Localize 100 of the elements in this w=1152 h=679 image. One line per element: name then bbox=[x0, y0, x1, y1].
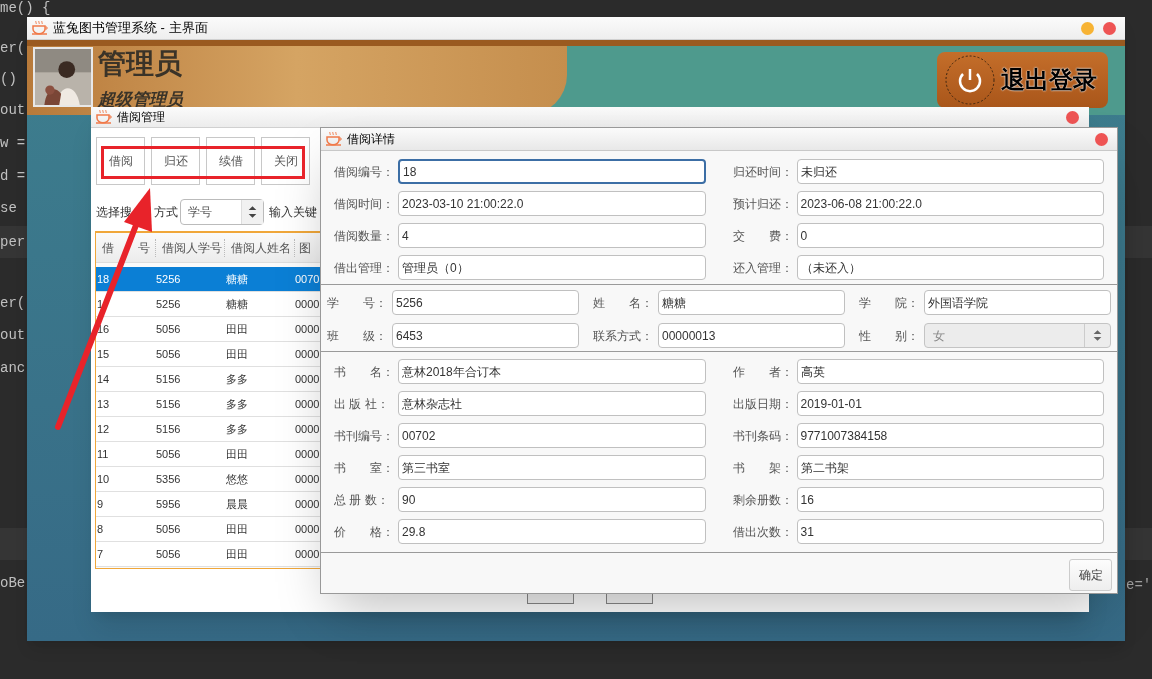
text-field[interactable]: 意林2018年合订本 bbox=[398, 359, 706, 384]
column-header[interactable]: 号 bbox=[138, 238, 150, 257]
search-mode-select[interactable]: 学号 bbox=[180, 199, 264, 225]
code-fragment: per bbox=[0, 234, 26, 250]
text-field[interactable]: 9771007384158 bbox=[796, 423, 1104, 448]
table-cell-text: 田田 bbox=[225, 546, 249, 562]
table-cell-text: 13 bbox=[96, 396, 111, 412]
code-fragment: anc bbox=[0, 360, 26, 376]
table-cell-text: 0000 bbox=[295, 496, 320, 512]
column-header[interactable]: 借 bbox=[102, 238, 114, 257]
table-cell-text: 田田 bbox=[225, 521, 249, 537]
text-field[interactable]: 2023-03-10 21:00:22.0 bbox=[398, 191, 706, 216]
table-cell-text: 7 bbox=[96, 546, 105, 562]
text-field[interactable]: 00702 bbox=[398, 423, 706, 448]
field-label: 还入管理： bbox=[732, 259, 794, 277]
table-cell-text: 1 bbox=[96, 296, 105, 312]
field-label: 书 室： bbox=[334, 459, 395, 477]
table-cell-text: 5056 bbox=[156, 546, 182, 562]
toolbar-button[interactable]: 关闭 bbox=[261, 137, 310, 185]
column-header[interactable]: 借阅人姓名 bbox=[231, 238, 291, 257]
text-field[interactable]: 2019-01-01 bbox=[796, 391, 1104, 416]
field-label: 借阅数量： bbox=[334, 227, 395, 245]
table-cell-text: 0000 bbox=[295, 371, 320, 387]
table-cell-text: 糖糖 bbox=[225, 271, 249, 287]
close-button[interactable] bbox=[1066, 110, 1079, 124]
text-field[interactable]: 6453 bbox=[392, 323, 579, 348]
field-label: 借阅时间： bbox=[334, 195, 395, 213]
code-fragment: out bbox=[0, 327, 26, 343]
table-cell-text: 5056 bbox=[156, 521, 182, 537]
minimize-button[interactable] bbox=[1081, 21, 1094, 35]
column-header[interactable]: 图 bbox=[299, 238, 311, 257]
table-cell-text: 悠悠 bbox=[225, 471, 249, 487]
table-cell-text: 18 bbox=[96, 271, 111, 287]
table-cell-text: 晨晨 bbox=[225, 496, 249, 512]
spinner-arrows-icon bbox=[241, 200, 263, 224]
field-label: 作 者： bbox=[732, 363, 794, 381]
text-field[interactable]: 18 bbox=[398, 159, 706, 184]
text-field[interactable]: （未还入） bbox=[796, 255, 1104, 280]
table-cell-text: 5156 bbox=[156, 396, 182, 412]
text-field[interactable]: 2023-06-08 21:00:22.0 bbox=[796, 191, 1104, 216]
table-cell-text: 5056 bbox=[156, 446, 182, 462]
code-fragment: e=' bbox=[1126, 577, 1152, 593]
text-field[interactable]: 未归还 bbox=[796, 159, 1104, 184]
window-title: 蓝兔图书管理系统 - 主界面 bbox=[53, 19, 208, 38]
toolbar-button[interactable]: 续借 bbox=[206, 137, 255, 185]
table-cell-text: 5056 bbox=[156, 321, 182, 337]
table-cell-text: 11 bbox=[96, 446, 110, 462]
table-cell-text: 8 bbox=[96, 521, 105, 537]
toolbar-button[interactable]: 归还 bbox=[151, 137, 200, 185]
text-field[interactable]: 00000013 bbox=[658, 323, 845, 348]
coffee-cup-icon bbox=[325, 131, 343, 147]
table-cell-text: 12 bbox=[96, 421, 111, 437]
field-label: 出版日期： bbox=[732, 395, 794, 413]
text-field[interactable]: 第三书室 bbox=[398, 455, 706, 480]
field-label: 价 格： bbox=[334, 523, 395, 541]
close-button[interactable] bbox=[1095, 132, 1108, 146]
confirm-button[interactable]: 确定 bbox=[1069, 559, 1112, 591]
code-fragment: () bbox=[0, 71, 17, 87]
text-field[interactable]: 0 bbox=[796, 223, 1104, 248]
field-label: 借出次数： bbox=[732, 523, 794, 541]
window-title: 借阅管理 bbox=[117, 109, 165, 126]
text-field[interactable]: 31 bbox=[796, 519, 1104, 544]
text-field[interactable]: 29.8 bbox=[398, 519, 706, 544]
table-cell-text: 田田 bbox=[225, 321, 249, 337]
table-cell-text: 多多 bbox=[225, 421, 249, 437]
field-label: 学 院： bbox=[859, 294, 920, 312]
text-field[interactable]: 高英 bbox=[796, 359, 1104, 384]
text-field[interactable]: 管理员（0） bbox=[398, 255, 706, 280]
logout-button[interactable]: 退出登录 bbox=[937, 52, 1108, 108]
text-field[interactable]: 4 bbox=[398, 223, 706, 248]
table-cell-text: 0000 bbox=[295, 471, 320, 487]
field-label: 预计归还： bbox=[732, 195, 794, 213]
window-title: 借阅详情 bbox=[347, 131, 395, 148]
power-icon bbox=[945, 55, 995, 105]
text-field[interactable]: 90 bbox=[398, 487, 706, 512]
code-fragment: oBe bbox=[0, 575, 26, 591]
toolbar-button[interactable]: 借阅 bbox=[96, 137, 145, 185]
text-field[interactable]: 第二书架 bbox=[796, 455, 1104, 480]
text-field[interactable]: 5256 bbox=[392, 290, 579, 315]
code-fragment: se bbox=[0, 200, 17, 216]
field-label: 书 架： bbox=[732, 459, 794, 477]
field-label: 交 费： bbox=[732, 227, 794, 245]
code-fragment: out bbox=[0, 102, 26, 118]
table-cell-text: 9 bbox=[96, 496, 105, 512]
code-fragment: er( bbox=[0, 295, 26, 311]
table-cell-text: 0000 bbox=[295, 446, 320, 462]
text-field[interactable]: 糖糖 bbox=[658, 290, 845, 315]
field-label: 姓 名： bbox=[593, 294, 654, 312]
code-fragment: w = bbox=[0, 135, 26, 151]
table-cell-text: 5256 bbox=[156, 296, 182, 312]
field-label: 学 号： bbox=[327, 294, 388, 312]
field-label: 出 版 社： bbox=[334, 395, 390, 413]
close-button[interactable] bbox=[1103, 21, 1116, 35]
field-label: 归还时间： bbox=[732, 163, 794, 181]
text-field[interactable]: 16 bbox=[796, 487, 1104, 512]
table-cell-text: 5356 bbox=[156, 471, 182, 487]
search-label: 选择搜 bbox=[96, 204, 132, 221]
text-field[interactable]: 外国语学院 bbox=[924, 290, 1111, 315]
text-field[interactable]: 意林杂志社 bbox=[398, 391, 706, 416]
column-header[interactable]: 借阅人学号 bbox=[162, 238, 222, 257]
